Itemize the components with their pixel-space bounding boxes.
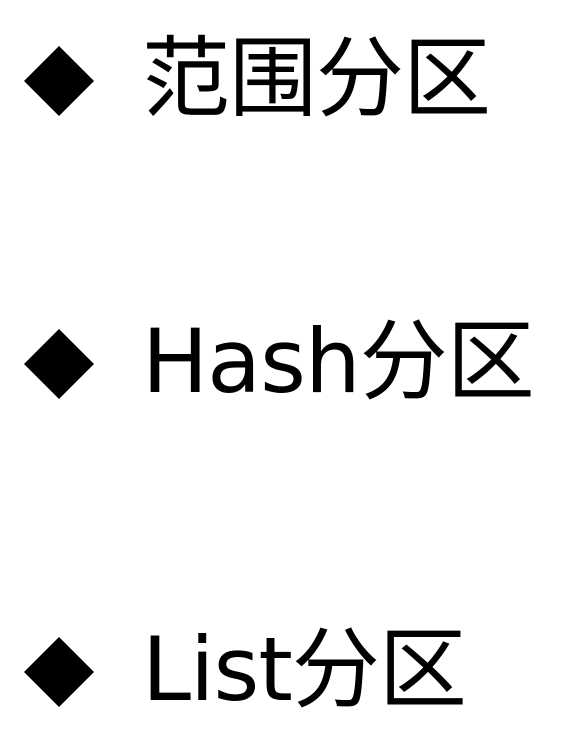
diamond-bullet-icon <box>24 46 94 116</box>
list-item-hash-partition: Hash分区 <box>0 305 572 415</box>
bullet-text-list-partition: List分区 <box>142 618 467 721</box>
list-item-list-partition: List分区 <box>0 613 572 723</box>
partition-type-list: 范围分区 Hash分区 List分区 <box>0 0 572 752</box>
list-item-range-partition: 范围分区 <box>0 22 572 132</box>
bullet-text-range-partition: 范围分区 <box>142 27 491 130</box>
diamond-bullet-icon <box>24 637 94 707</box>
diamond-bullet-icon <box>24 329 94 399</box>
bullet-text-hash-partition: Hash分区 <box>142 310 535 413</box>
